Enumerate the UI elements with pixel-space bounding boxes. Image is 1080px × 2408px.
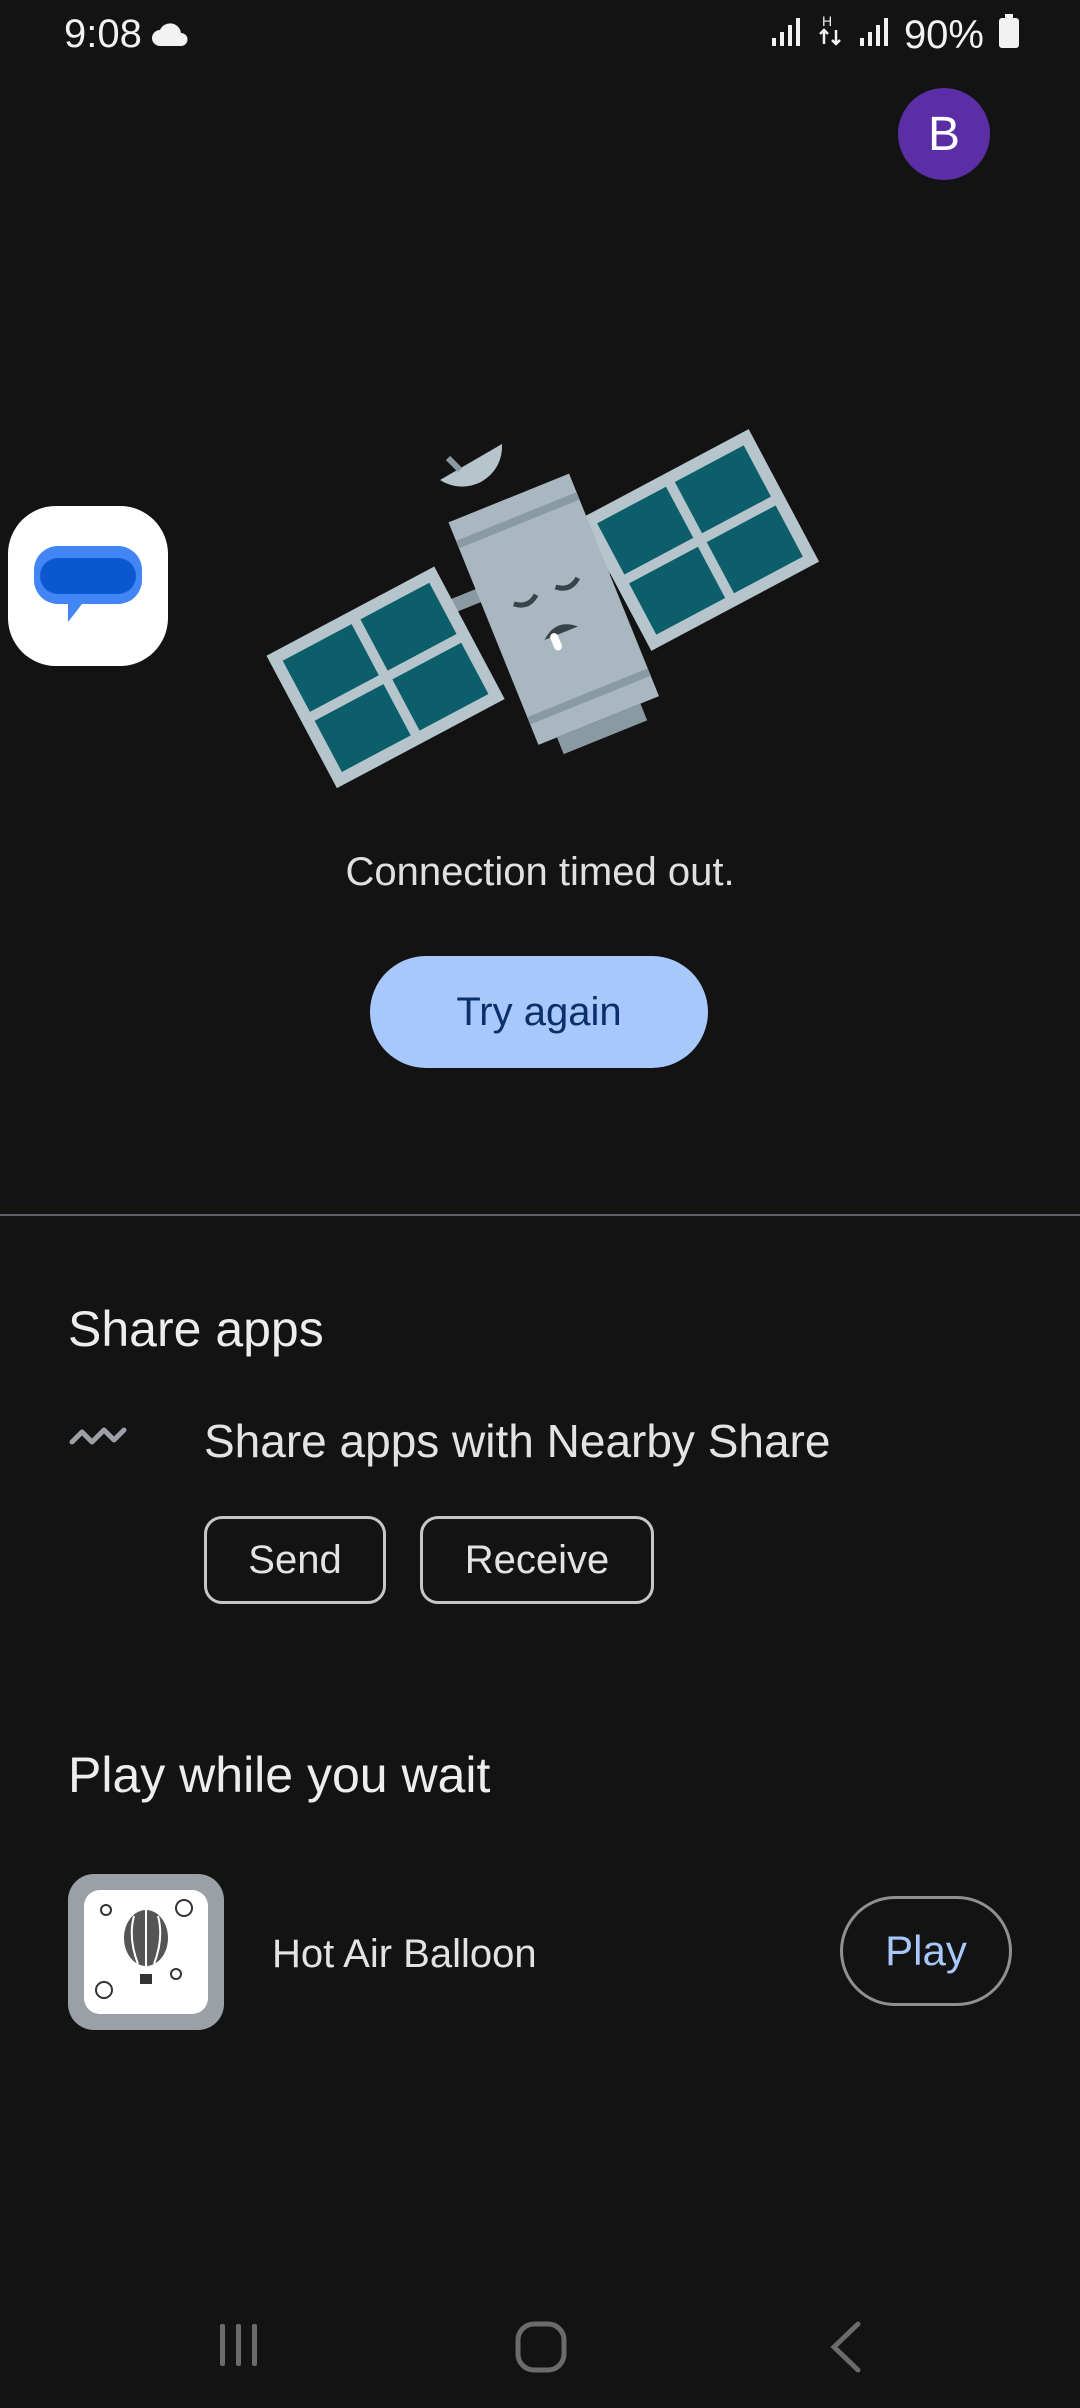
share-apps-heading: Share apps (68, 1301, 324, 1357)
status-time: 9:08 (64, 12, 142, 56)
home-icon[interactable] (514, 2320, 568, 2379)
nearby-share-description: Share apps with Nearby Share (204, 1415, 831, 1467)
svg-text:H: H (822, 13, 832, 29)
receive-button[interactable]: Receive (420, 1516, 654, 1604)
play-while-wait-heading: Play while you wait (68, 1747, 491, 1803)
chat-bubble-icon (34, 546, 142, 622)
balloon-icon (84, 1890, 208, 2014)
nearby-share-icon (68, 1420, 128, 1461)
hot-air-balloon-thumbnail[interactable] (68, 1874, 224, 2030)
satellite-illustration (250, 400, 830, 805)
play-button[interactable]: Play (840, 1896, 1012, 2006)
send-button[interactable]: Send (204, 1516, 386, 1604)
signal-icon (770, 13, 802, 58)
section-divider (0, 1214, 1080, 1216)
data-icon: H (816, 12, 844, 58)
back-icon[interactable] (826, 2320, 866, 2379)
account-avatar[interactable]: B (898, 88, 990, 180)
battery-percent: 90% (903, 12, 984, 57)
recents-icon[interactable] (214, 2320, 264, 2375)
try-again-button[interactable]: Try again (370, 956, 708, 1068)
status-indicators: H 90% (770, 12, 1020, 58)
cloud-icon (150, 20, 190, 53)
connection-error-message: Connection timed out. (345, 850, 735, 894)
battery-icon (998, 13, 1020, 58)
messages-app-icon (8, 506, 168, 666)
signal-icon (858, 13, 890, 58)
game-name: Hot Air Balloon (272, 1932, 537, 1976)
